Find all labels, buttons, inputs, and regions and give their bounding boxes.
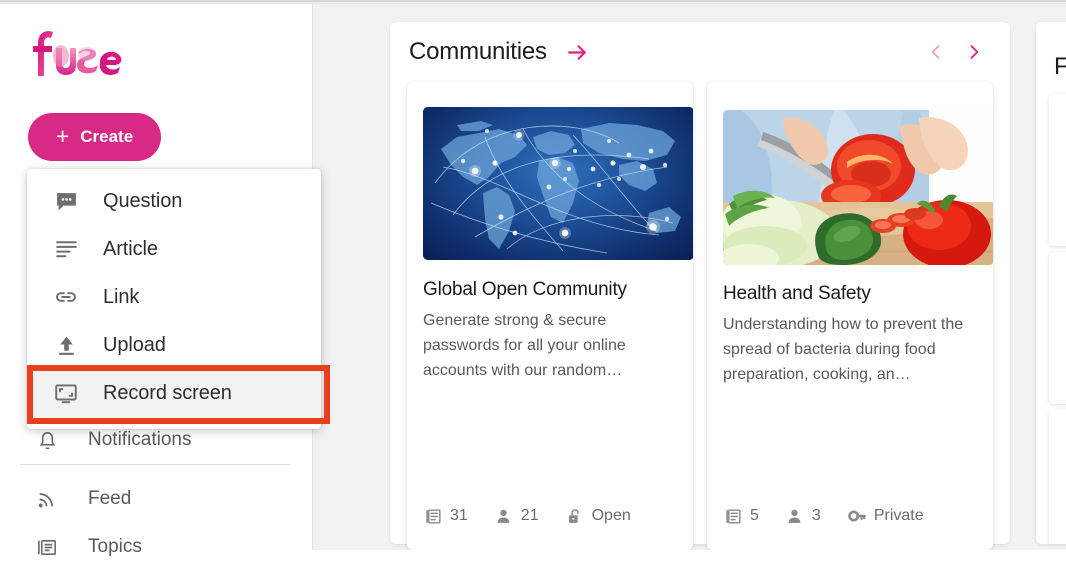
menu-item-label: Link: [103, 286, 139, 309]
sidebar: + Create Notifications: [0, 4, 313, 550]
fuse-logo[interactable]: [28, 26, 148, 82]
topics-icon: [36, 534, 66, 560]
stat-access: Private: [847, 506, 924, 526]
sidebar-item-label: Notifications: [88, 429, 192, 451]
menu-item-upload[interactable]: Upload: [27, 321, 321, 369]
link-chain-icon: [51, 283, 81, 311]
stat-members-value: 3: [812, 507, 821, 525]
menu-item-label: Article: [103, 238, 158, 261]
unlock-icon: [565, 506, 585, 526]
community-card-description: Generate strong & secure passwords for a…: [423, 308, 675, 383]
stat-items: 31: [423, 506, 468, 526]
stat-access-value: Private: [874, 507, 924, 525]
communities-panel: Communities: [390, 22, 1010, 544]
app-root: + Create Notifications: [0, 0, 1066, 550]
stat-items-value: 31: [450, 507, 468, 525]
menu-item-question[interactable]: Question: [27, 177, 321, 225]
create-button[interactable]: + Create: [28, 113, 161, 161]
arrow-right-icon[interactable]: [565, 40, 590, 65]
create-button-label: Create: [80, 127, 133, 147]
stat-items-value: 5: [750, 507, 759, 525]
screen-record-icon: [51, 379, 81, 407]
community-card[interactable]: Health and Safety Understanding how to p…: [707, 82, 993, 550]
menu-item-label: Upload: [103, 334, 166, 357]
sidebar-divider: [20, 464, 290, 465]
food-photo: [723, 110, 993, 265]
community-card-image-food: [723, 110, 993, 265]
menu-item-article[interactable]: Article: [27, 225, 321, 273]
menu-item-label: Record screen: [103, 382, 232, 405]
key-icon: [847, 506, 867, 526]
person-icon: [494, 506, 514, 526]
stat-access: Open: [565, 506, 631, 526]
stat-members: 21: [494, 506, 539, 526]
community-card-body: Health and Safety Understanding how to p…: [723, 282, 975, 387]
communities-header: Communities: [390, 22, 1010, 82]
articles-icon: [723, 506, 743, 526]
create-dropdown-menu: Question Article Link: [27, 169, 321, 429]
community-card-stats: 5 3: [723, 506, 924, 526]
sidebar-item-feed[interactable]: Feed: [0, 475, 313, 523]
stat-items: 5: [723, 506, 759, 526]
person-icon: [785, 506, 805, 526]
page-title: Communities: [409, 38, 547, 66]
community-card-description: Understanding how to prevent the spread …: [723, 312, 975, 387]
sidebar-item-topics[interactable]: Topics: [0, 523, 313, 571]
menu-item-link[interactable]: Link: [27, 273, 321, 321]
feed-card[interactable]: [1049, 410, 1066, 544]
world-map-graphic: [423, 107, 693, 260]
main-content: Communities: [313, 4, 1066, 550]
chat-bubble-icon: [51, 187, 81, 215]
community-card-body: Global Open Community Generate strong & …: [423, 278, 675, 383]
community-card-title: Global Open Community: [423, 278, 675, 302]
feed-panel: Fe: [1036, 22, 1066, 544]
feed-panel-title: Fe: [1054, 53, 1066, 81]
rss-icon: [36, 486, 66, 512]
carousel-prev-button[interactable]: [922, 38, 950, 66]
feed-card[interactable]: [1049, 252, 1066, 404]
carousel-next-button[interactable]: [960, 38, 988, 66]
communities-card-list: Global Open Community Generate strong & …: [390, 82, 993, 550]
stat-members: 3: [785, 506, 821, 526]
feed-card[interactable]: [1049, 94, 1066, 246]
plus-icon: +: [56, 125, 69, 148]
menu-item-record-screen[interactable]: Record screen: [27, 369, 321, 417]
articles-icon: [423, 506, 443, 526]
article-lines-icon: [51, 235, 81, 263]
stat-access-value: Open: [592, 507, 631, 525]
upload-arrow-icon: [51, 331, 81, 359]
community-card-title: Health and Safety: [723, 282, 975, 306]
community-card-stats: 31 21: [423, 506, 631, 526]
stat-members-value: 21: [521, 507, 539, 525]
menu-item-label: Question: [103, 190, 182, 213]
sidebar-item-label: Feed: [88, 488, 131, 510]
bell-icon: [36, 427, 66, 453]
window-top-edge-line: [0, 0, 1066, 2]
community-card[interactable]: Global Open Community Generate strong & …: [407, 82, 693, 550]
community-card-image-world-map: [423, 107, 693, 260]
sidebar-item-label: Topics: [88, 536, 142, 558]
